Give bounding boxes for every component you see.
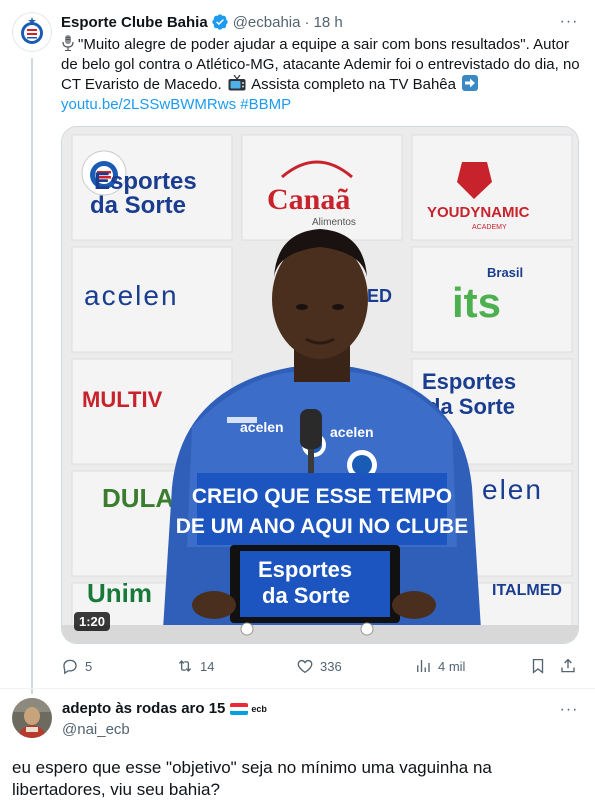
heart-icon <box>297 659 313 674</box>
podium-text-1: Esportes <box>258 557 352 582</box>
share-icon <box>561 658 575 673</box>
user-avatar-icon <box>12 698 52 738</box>
tweet-header: Esporte Clube Bahia @ecbahia · 18 h <box>61 12 343 32</box>
separator: · <box>304 13 310 31</box>
reply-more-options-button[interactable]: ··· <box>559 700 579 720</box>
more-options-button[interactable]: ··· <box>559 12 579 32</box>
luxembourg-flag-icon <box>230 702 249 715</box>
author-avatar[interactable] <box>12 12 52 52</box>
video-player[interactable]: Esportes da Sorte Canaã Alimentos YOUDYN… <box>61 126 579 644</box>
views-button[interactable]: 4 mil <box>414 654 465 678</box>
reply-count: 5 <box>85 658 93 674</box>
tweet-time[interactable]: 18 h <box>313 14 342 31</box>
sponsor-f: its <box>452 279 501 326</box>
right-arrow-icon <box>462 75 479 91</box>
youtube-link[interactable]: youtu.be/2LSSwBWMRws <box>61 96 236 113</box>
sponsor-k: elen <box>482 474 543 505</box>
author-name[interactable]: Esporte Clube Bahia <box>61 14 208 31</box>
thread-line <box>31 58 33 694</box>
bookmark-button[interactable] <box>529 654 547 678</box>
reply-author-name: adepto às rodas aro 15 <box>62 700 226 717</box>
tweet[interactable]: Esporte Clube Bahia @ecbahia · 18 h ··· … <box>0 0 595 694</box>
sponsor-a2: da Sorte <box>90 192 186 219</box>
views-count: 4 mil <box>438 658 466 674</box>
sponsor-c: YOUDYNAMIC <box>427 204 530 221</box>
reply-avatar[interactable] <box>12 698 52 738</box>
reply-button[interactable]: 5 <box>61 654 92 678</box>
more-icon: ··· <box>559 13 579 30</box>
like-count: 336 <box>320 658 342 674</box>
more-icon: ··· <box>559 701 579 718</box>
bahia-crest-icon <box>15 15 49 49</box>
studio-microphone-icon <box>62 35 74 51</box>
tweet-divider <box>0 688 595 689</box>
reply-author[interactable]: adepto às rodas aro 15 ecb <box>62 700 267 717</box>
sponsor-b: Canaã <box>267 183 350 216</box>
video-frame: Esportes da Sorte Canaã Alimentos YOUDYN… <box>62 127 578 643</box>
reply-handle[interactable]: @nai_ecb <box>62 721 130 738</box>
caption-line2: DE UM ANO AQUI NO CLUBE <box>176 515 468 538</box>
author-handle[interactable]: @ecbahia <box>233 14 301 31</box>
sponsor-j: ITALMED <box>492 582 562 599</box>
shirt-text-right: acelen <box>330 424 374 440</box>
analytics-icon <box>417 660 430 672</box>
sponsor-i: Unim <box>87 578 152 608</box>
retweet-icon <box>178 660 192 672</box>
reply-icon <box>63 659 77 675</box>
tweet-text: "Muito alegre de poder ajudar a equipe a… <box>61 35 581 115</box>
sponsor-d: acelen <box>84 280 179 311</box>
bookmark-icon <box>532 658 544 674</box>
tweet-text-line3: Assista completo na TV Bahêa <box>251 76 456 93</box>
like-button[interactable]: 336 <box>296 654 342 678</box>
sponsor-c-sub: ACADEMY <box>472 224 507 231</box>
video-duration: 1:20 <box>74 612 111 631</box>
hashtag-link[interactable]: #BBMP <box>240 96 291 113</box>
sponsor-a1: Esportes <box>94 168 197 195</box>
tweet-text-line1: "Muito alegre de poder ajudar a equipe a… <box>78 36 530 53</box>
sponsor-a1-right: Esportes <box>422 369 516 394</box>
television-icon <box>228 75 246 91</box>
podium-text-2: da Sorte <box>262 583 350 608</box>
tweet-actions: 5 14 336 4 mil <box>61 654 581 678</box>
caption-line1: CREIO QUE ESSE TEMPO <box>192 485 452 508</box>
shirt-text-left: acelen <box>240 419 284 435</box>
sponsor-g: MULTIV <box>82 387 163 412</box>
sponsor-b-sub: Alimentos <box>312 217 356 228</box>
sponsor-h: DULA <box>102 483 174 513</box>
reply-badge: ecb <box>251 703 267 714</box>
share-button[interactable] <box>559 654 577 678</box>
retweet-button[interactable]: 14 <box>176 654 214 678</box>
sponsor-f-sub: Brasil <box>487 265 523 280</box>
verified-badge-icon <box>212 14 228 30</box>
retweet-count: 14 <box>200 658 215 674</box>
reply-text: eu espero que esse "objetivo" seja no mí… <box>12 758 492 799</box>
